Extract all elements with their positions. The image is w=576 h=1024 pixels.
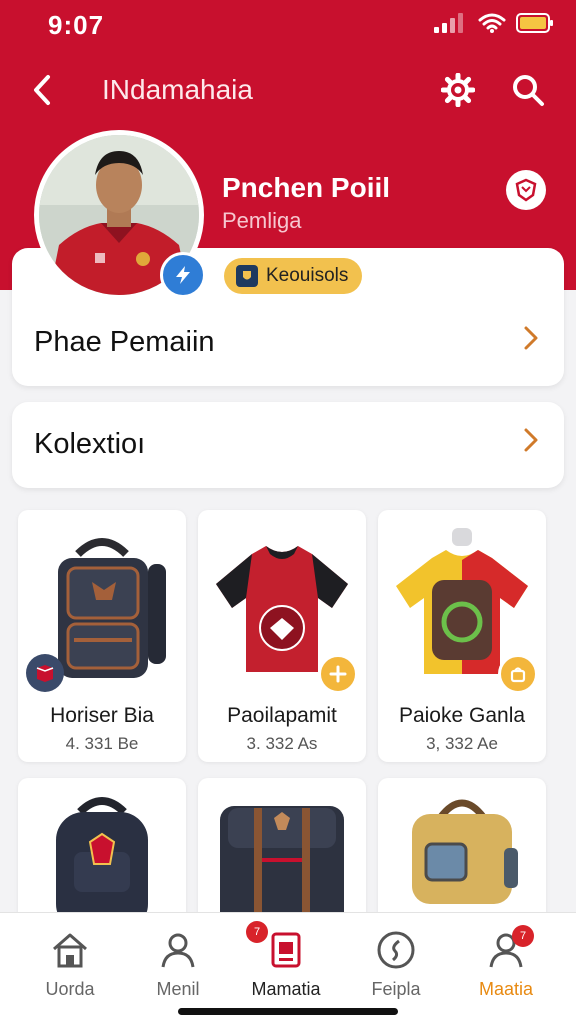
product-card[interactable] — [378, 778, 546, 928]
product-name: Paioke Ganla — [398, 704, 526, 727]
backpack-image — [56, 797, 148, 928]
top-navigation-bar: INdamahaia — [0, 60, 576, 120]
card-icon — [263, 927, 309, 973]
club-badge-label: Keouisols — [266, 265, 349, 286]
back-button[interactable] — [22, 70, 62, 110]
nav-item-cards[interactable]: Mamatia 7 — [236, 921, 336, 1007]
notification-badge: 7 — [246, 921, 268, 943]
category-badge — [26, 654, 64, 692]
nav-item-explore[interactable]: Feipla — [346, 927, 446, 1007]
nav-item-profile[interactable]: Maatia 7 — [456, 925, 556, 1007]
status-time: 9:07 — [48, 10, 105, 40]
lightning-icon — [176, 266, 190, 284]
product-price: 3. 332 As — [246, 734, 318, 753]
profile-name: Pnchen Poiil — [222, 172, 391, 203]
battery-icon — [516, 13, 553, 33]
nav-label: Mamatia — [251, 979, 321, 999]
shield-button[interactable] — [506, 170, 546, 210]
product-card[interactable] — [18, 778, 186, 928]
shield-icon — [515, 178, 537, 202]
notification-badge: 7 — [512, 925, 534, 947]
product-card[interactable]: Paioke Ganla 3, 332 Ae — [378, 510, 546, 762]
club-crest-icon — [236, 265, 258, 287]
player-profile-label: Phae Pemaiin — [34, 326, 215, 358]
chevron-left-icon — [34, 75, 50, 105]
backpack-image — [220, 806, 344, 928]
gear-icon — [441, 73, 475, 107]
product-price: 3, 332 Ae — [426, 734, 498, 753]
settings-button[interactable] — [436, 68, 480, 112]
bag-image — [412, 799, 518, 904]
nav-item-home[interactable]: Uorda — [20, 927, 120, 1007]
nav-label: Menil — [156, 979, 200, 999]
book-icon — [36, 665, 54, 682]
add-to-collection-button[interactable] — [498, 654, 538, 694]
home-icon — [47, 927, 93, 973]
product-card[interactable] — [198, 778, 366, 928]
product-card[interactable]: Horiser Bia 4. 331 Be — [18, 510, 186, 762]
verified-badge — [160, 252, 206, 298]
product-name: Horiser Bia — [50, 704, 154, 727]
search-icon — [513, 75, 544, 106]
chevron-right-icon — [524, 428, 538, 452]
search-button[interactable] — [506, 68, 550, 112]
home-indicator[interactable] — [178, 1008, 398, 1015]
wifi-icon — [478, 13, 506, 33]
product-price: 4. 331 Be — [65, 734, 139, 753]
page-title: INdamahaia — [102, 74, 253, 105]
product-card[interactable]: Paoilapamit 3. 332 As — [198, 510, 366, 762]
status-bar: 9:07 — [0, 0, 576, 50]
nav-label: Feipla — [371, 979, 421, 999]
nav-label: Uorda — [45, 979, 95, 999]
collection-label: Kolextioı — [34, 428, 146, 460]
plus-icon — [329, 665, 347, 683]
chevron-right-icon — [524, 326, 538, 350]
nav-label: Maatia — [478, 979, 534, 999]
club-badge[interactable]: Keouisols — [224, 258, 363, 294]
user-icon — [155, 927, 201, 973]
add-to-collection-button[interactable] — [318, 654, 358, 694]
compass-icon — [373, 927, 419, 973]
product-name: Paoilapamit — [227, 704, 337, 727]
bag-icon — [510, 667, 526, 683]
profile-subtitle: Pemliga — [222, 208, 302, 233]
signal-icon — [434, 13, 463, 33]
nav-item-user[interactable]: Menil — [128, 927, 228, 1007]
status-icons — [434, 12, 554, 34]
